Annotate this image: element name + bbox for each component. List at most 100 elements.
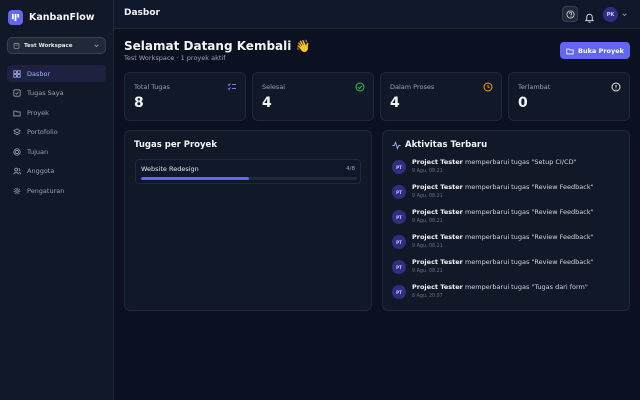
activity-item: PT Project Tester memperbarui tugas "Rev… [392,258,617,283]
activity-text: Project Tester memperbarui tugas "Review… [412,208,594,217]
activity-user: Project Tester [412,183,463,191]
folder-icon [13,110,21,116]
user-avatar[interactable]: PK [603,7,618,22]
top-header: Dasbor PK [114,0,640,29]
stat-card-selesai: Selesai 4 [252,72,374,121]
folder-open-icon [566,48,574,54]
tasks-per-project-panel: Tugas per Proyek Website Redesign 4/8 [124,130,372,311]
activity-time: 9 Agu, 08.21 [412,244,443,249]
activity-user: Project Tester [412,208,463,216]
sidebar-item-dasbor[interactable]: Dasbor [7,65,106,82]
stat-value: 0 [518,95,528,111]
stat-label: Terlambat [518,83,551,91]
activity-action: memperbarui tugas "Tugas dari form" [464,283,588,291]
activity-time: 9 Agu, 08.21 [412,269,443,274]
sidebar-item-portofolio[interactable]: Portofolio [7,124,106,141]
sidebar-item-label: Tujuan [27,147,49,156]
building-icon [13,43,20,49]
brand[interactable]: KanbanFlow [8,10,95,25]
sidebar-item-label: Pengaturan [27,186,65,195]
activity-time: 9 Agu, 08.21 [412,219,443,224]
stat-label: Selesai [262,83,286,91]
sidebar-item-tujuan[interactable]: Tujuan [7,143,106,160]
stat-label: Total Tugas [134,83,170,91]
avatar: PT [392,260,406,274]
project-progress-bar [141,177,357,180]
activity-body: Project Tester memperbarui tugas "Review… [412,208,594,224]
avatar: PT [392,235,406,249]
activity-text: Project Tester memperbarui tugas "Review… [412,183,594,192]
sidebar-item-label: Tugas Saya [27,89,64,97]
workspace-selector[interactable]: Test Workspace [7,37,106,54]
app-name: KanbanFlow [29,12,95,23]
activity-item: PT Project Tester memperbarui tugas "Rev… [392,183,617,208]
grid-icon [13,69,21,78]
stat-value: 8 [134,95,144,111]
activity-text: Project Tester memperbarui tugas "Setup … [412,158,577,167]
activity-item: PT Project Tester memperbarui tugas "Set… [392,158,617,183]
activity-item: PT Project Tester memperbarui tugas "Rev… [392,208,617,233]
activity-user: Project Tester [412,233,463,241]
activity-body: Project Tester memperbarui tugas "Tugas … [412,283,588,299]
notifications-button[interactable] [584,8,595,27]
activity-body: Project Tester memperbarui tugas "Review… [412,183,594,199]
activity-body: Project Tester memperbarui tugas "Review… [412,258,594,274]
chevron-down-icon [94,44,99,48]
activity-action: memperbarui tugas "Review Feedback" [464,183,594,191]
activity-time: 8 Agu, 20.07 [412,294,443,299]
sidebar-item-label: Proyek [27,108,49,117]
activity-body: Project Tester memperbarui tugas "Setup … [412,158,577,174]
open-project-label: Buka Proyek [578,46,624,55]
sidebar-item-tugas-saya[interactable]: Tugas Saya [7,85,106,102]
activity-user: Project Tester [412,158,463,166]
activity-body: Project Tester memperbarui tugas "Review… [412,233,594,249]
activity-text: Project Tester memperbarui tugas "Review… [412,233,594,242]
avatar: PT [392,210,406,224]
activity-action: memperbarui tugas "Review Feedback" [464,233,594,241]
bell-icon [584,13,595,23]
avatar: PT [392,285,406,299]
stat-card-dalam-proses: Dalam Proses 4 [380,72,502,121]
sidebar-item-label: Anggota [27,167,55,175]
activity-time: 9 Agu, 08.21 [412,169,443,174]
help-icon [565,9,575,19]
recent-activity-panel: Aktivitas Terbaru PT Project Tester memp… [382,130,630,311]
sidebar-item-label: Portofolio [27,128,58,136]
clock-icon [483,82,493,92]
activity-user: Project Tester [412,283,463,291]
activity-time: 9 Agu, 08.21 [412,194,443,199]
open-project-button[interactable]: Buka Proyek [560,42,630,59]
activity-action: memperbarui tugas "Review Feedback" [464,208,594,216]
sidebar-item-anggota[interactable]: Anggota [7,163,106,180]
sidebar: KanbanFlow Test Workspace Dasbor Tugas S… [0,0,114,400]
gear-icon [13,187,21,194]
activity-action: memperbarui tugas "Review Feedback" [464,258,594,266]
stat-card-terlambat: Terlambat 0 [508,72,630,121]
activity-text: Project Tester memperbarui tugas "Review… [412,258,594,267]
activity-user: Project Tester [412,258,463,266]
sidebar-item-proyek[interactable]: Proyek [7,104,106,121]
page-title: Dasbor [124,8,160,18]
activity-item: PT Project Tester memperbarui tugas "Tug… [392,283,617,308]
activity-item: PT Project Tester memperbarui tugas "Rev… [392,233,617,258]
stat-label: Dalam Proses [390,83,435,91]
activity-action: memperbarui tugas "Setup CI/CD" [464,158,577,166]
panel-title: Tugas per Proyek [134,140,217,150]
project-progress-fill [141,177,249,180]
welcome-title: Selamat Datang Kembali 👋 [124,39,311,53]
activity-text: Project Tester memperbarui tugas "Tugas … [412,283,588,292]
chevron-down-icon[interactable] [621,11,628,18]
project-name: Website Redesign [141,165,199,173]
project-row[interactable]: Website Redesign 4/8 [135,159,361,184]
welcome-subtitle: Test Workspace · 1 proyek aktif [124,54,226,62]
sidebar-item-label: Dasbor [27,69,51,78]
workspace-name: Test Workspace [24,42,73,49]
stat-value: 4 [390,95,400,111]
help-button[interactable] [562,6,578,22]
panel-title-row: Aktivitas Terbaru [392,140,487,150]
avatar: PT [392,160,406,174]
sidebar-item-pengaturan[interactable]: Pengaturan [7,182,106,199]
sidebar-nav: Dasbor Tugas Saya Proyek Portofolio Tuju… [7,65,106,202]
checkbox-icon [13,89,21,97]
alert-circle-icon [611,82,621,92]
